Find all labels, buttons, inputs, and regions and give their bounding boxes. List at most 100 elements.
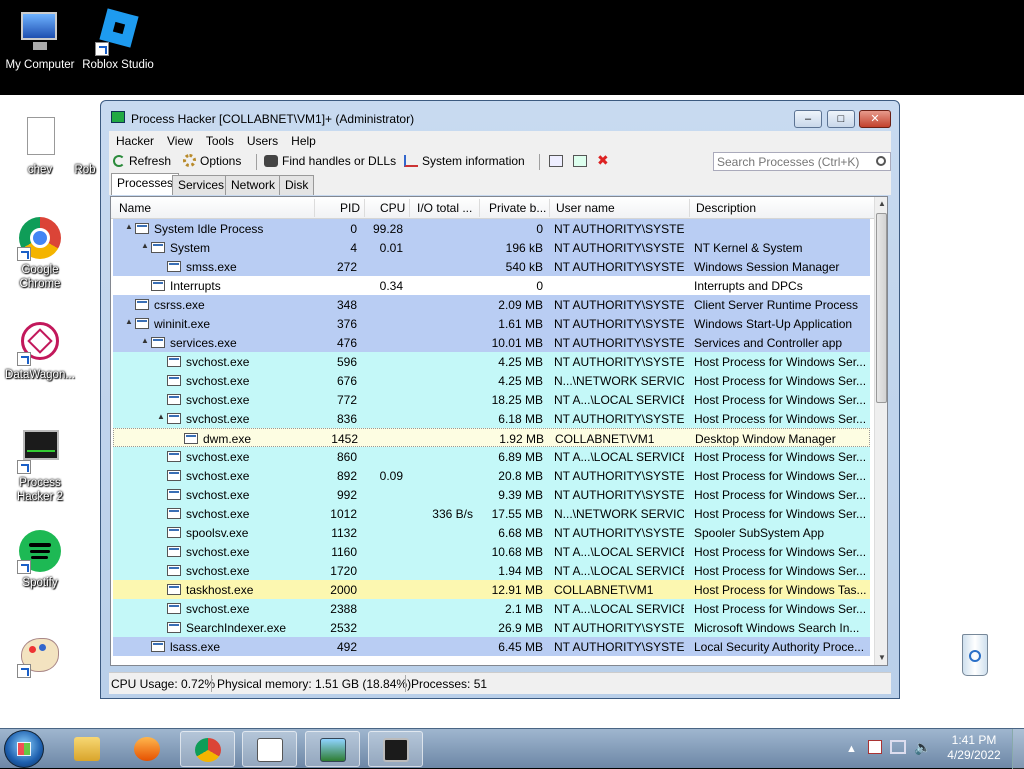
process-user-name: NT AUTHORITY\SYSTEM [554, 260, 684, 274]
process-hacker-window[interactable]: Process Hacker [COLLABNET\VM1]+ (Adminis… [100, 100, 900, 699]
column-description[interactable]: Description [696, 201, 756, 215]
column-pid[interactable]: PID [340, 201, 360, 215]
options-button[interactable]: Options [183, 154, 241, 168]
scroll-down-arrow-icon[interactable]: ▼ [875, 651, 887, 665]
tab-network[interactable]: Network [225, 175, 282, 195]
menu-help[interactable]: Help [284, 131, 322, 148]
process-row[interactable]: csrss.exe 348 2.09 MB NT AUTHORITY\SYSTEM Cl… [113, 295, 870, 314]
process-row[interactable]: spoolsv.exe 1132 6.68 MB NT AUTHORITY\SYSTE… [113, 523, 870, 542]
refresh-button[interactable]: Refresh [113, 154, 171, 168]
tree-expander-icon[interactable]: ▲ [141, 336, 149, 345]
taskbar-solitaire-button[interactable] [242, 731, 297, 767]
playing-card-icon [257, 738, 283, 762]
process-list[interactable]: Name PID CPU I/O total ... Private b... … [110, 196, 888, 666]
process-row[interactable]: ▲ svchost.exe 836 6.18 MB NT AUTHORITY\SYSTE… [113, 409, 870, 428]
search-placeholder: Search Processes (Ctrl+K) [717, 155, 860, 169]
action-center-flag-icon[interactable] [868, 740, 882, 754]
tree-expander-icon[interactable]: ▲ [157, 412, 165, 421]
terminate-icon[interactable]: ✖ [597, 152, 609, 169]
desktop-icon-my-computer[interactable]: My Computer [0, 10, 80, 72]
process-row[interactable]: svchost.exe 992 9.39 MB NT AUTHORITY\SYSTEM… [113, 485, 870, 504]
process-row[interactable]: svchost.exe 892 0.09 20.8 MB NT AUTHORITY\SY… [113, 466, 870, 485]
start-button[interactable] [4, 730, 44, 768]
process-row[interactable]: SearchIndexer.exe 2532 26.9 MB NT AUTHORITY… [113, 618, 870, 637]
process-row[interactable]: svchost.exe 2388 2.1 MB NT A...\LOCAL SERVI… [113, 599, 870, 618]
process-icon [167, 584, 181, 595]
menu-tools[interactable]: Tools [199, 131, 240, 148]
minimize-button[interactable]: – [794, 110, 822, 128]
process-row[interactable]: lsass.exe 492 6.45 MB NT AUTHORITY\SYSTEM Lo… [113, 637, 870, 656]
vertical-scrollbar[interactable]: ▲ ▼ [874, 197, 887, 665]
process-row[interactable]: ▲ wininit.exe 376 1.61 MB NT AUTHORITY\SYSTE… [113, 314, 870, 333]
desktop-icon-google-chrome[interactable]: Google Chrome [0, 215, 80, 291]
taskbar-clock[interactable]: 1:41 PM 4/29/2022 [938, 733, 1010, 763]
network-icon[interactable] [890, 740, 906, 754]
scroll-up-arrow-icon[interactable]: ▲ [875, 197, 887, 211]
process-row[interactable]: ▲ System Idle Process 0 99.28 0 NT AUTHORITY\… [113, 219, 870, 238]
process-row[interactable]: smss.exe 272 540 kB NT AUTHORITY\SYSTEM Wind… [113, 257, 870, 276]
find-handles-button[interactable]: Find handles or DLLs [264, 154, 396, 168]
window-titlebar[interactable]: Process Hacker [COLLABNET\VM1]+ (Adminis… [101, 101, 899, 131]
process-row[interactable]: svchost.exe 596 4.25 MB NT AUTHORITY\SYSTEM… [113, 352, 870, 371]
desktop-icon-spotify[interactable]: Spotify [0, 528, 80, 590]
menu-users[interactable]: Users [240, 131, 284, 148]
show-desktop-button[interactable] [1012, 729, 1024, 769]
tree-expander-icon[interactable]: ▲ [125, 317, 133, 326]
maximize-button[interactable]: □ [827, 110, 855, 128]
process-row[interactable]: ▲ System 4 0.01 196 kB NT AUTHORITY\SYSTEM NT … [113, 238, 870, 257]
taskbar-media-player-button[interactable] [120, 731, 175, 767]
system-information-button[interactable]: System information [404, 154, 525, 168]
find-window-icon[interactable] [573, 154, 591, 168]
desktop-icon-process-hacker[interactable]: Process Hacker 2 [0, 428, 80, 504]
desktop-icon-recycle-bin[interactable]: Recycle Bin [935, 632, 1015, 694]
process-private-bytes: 10.01 MB [491, 336, 543, 350]
process-row[interactable]: taskhost.exe 2000 12.91 MB COLLABNET\VM1 Hos… [113, 580, 870, 599]
process-row[interactable]: svchost.exe 860 6.89 MB NT A...\LOCAL SERVI… [113, 447, 870, 466]
column-private-bytes[interactable]: Private b... [489, 201, 546, 215]
column-name[interactable]: Name [119, 201, 151, 215]
taskbar-explorer-button[interactable] [60, 731, 115, 767]
scrollbar-thumb[interactable] [876, 213, 887, 403]
process-row[interactable]: svchost.exe 1160 10.68 MB NT A...\LOCAL SER… [113, 542, 870, 561]
volume-icon[interactable]: 🔈 [914, 739, 931, 756]
taskbar-chrome-button[interactable] [180, 731, 235, 767]
process-name: svchost.exe [186, 412, 250, 426]
folder-icon [74, 737, 100, 761]
desktop-icon-chev[interactable]: chev [0, 115, 80, 177]
close-button[interactable]: ✕ [859, 110, 891, 128]
options-label: Options [200, 154, 242, 168]
process-pid: 348 [336, 298, 357, 312]
tab-disk[interactable]: Disk [279, 175, 315, 195]
process-row[interactable]: Interrupts 0.34 0 Interrupts and DPCs [113, 276, 870, 295]
process-private-bytes: 9.39 MB [498, 488, 543, 502]
column-user-name[interactable]: User name [556, 201, 615, 215]
process-row[interactable]: svchost.exe 676 4.25 MB N...\NETWORK SERVIC… [113, 371, 870, 390]
column-cpu[interactable]: CPU [380, 201, 405, 215]
process-cpu: 0.09 [379, 469, 403, 483]
search-input[interactable]: Search Processes (Ctrl+K) [713, 152, 891, 171]
tree-expander-icon[interactable]: ▲ [125, 222, 133, 231]
desktop-icon-rob[interactable]: Rob [70, 115, 100, 177]
desktop-icon-datawagon[interactable]: DataWagon... [0, 320, 80, 382]
desktop-icon-roblox-studio[interactable]: Roblox Studio [78, 8, 158, 72]
process-private-bytes: 6.18 MB [498, 412, 543, 426]
process-row[interactable]: ▲ services.exe 476 10.01 MB NT AUTHORITY\SYS… [113, 333, 870, 352]
column-io-total[interactable]: I/O total ... [417, 201, 472, 215]
tab-processes[interactable]: Processes [111, 173, 180, 195]
taskbar-process-hacker-button[interactable] [368, 731, 423, 767]
computer-icon [17, 10, 63, 56]
tree-expander-icon[interactable]: ▲ [141, 241, 149, 250]
process-row[interactable]: svchost.exe 1012 336 B/s 17.55 MB N...\NETWO… [113, 504, 870, 523]
taskbar-photo-viewer-button[interactable] [305, 731, 360, 767]
show-hidden-icons-icon[interactable]: ▲ [846, 743, 857, 755]
process-row[interactable]: svchost.exe 1720 1.94 MB NT A...\LOCAL SERV… [113, 561, 870, 580]
desktop-icon-paint[interactable]: Paint [0, 632, 80, 694]
process-row[interactable]: dwm.exe 1452 1.92 MB COLLABNET\VM1 Desktop W… [113, 428, 870, 447]
shortcut-arrow-icon [17, 247, 31, 261]
tab-services[interactable]: Services [172, 175, 231, 195]
menu-hacker[interactable]: Hacker [109, 131, 160, 148]
process-private-bytes: 196 kB [505, 241, 543, 255]
window-icon[interactable] [549, 154, 567, 168]
process-row[interactable]: svchost.exe 772 18.25 MB NT A...\LOCAL SERV… [113, 390, 870, 409]
menu-view[interactable]: View [160, 131, 199, 148]
